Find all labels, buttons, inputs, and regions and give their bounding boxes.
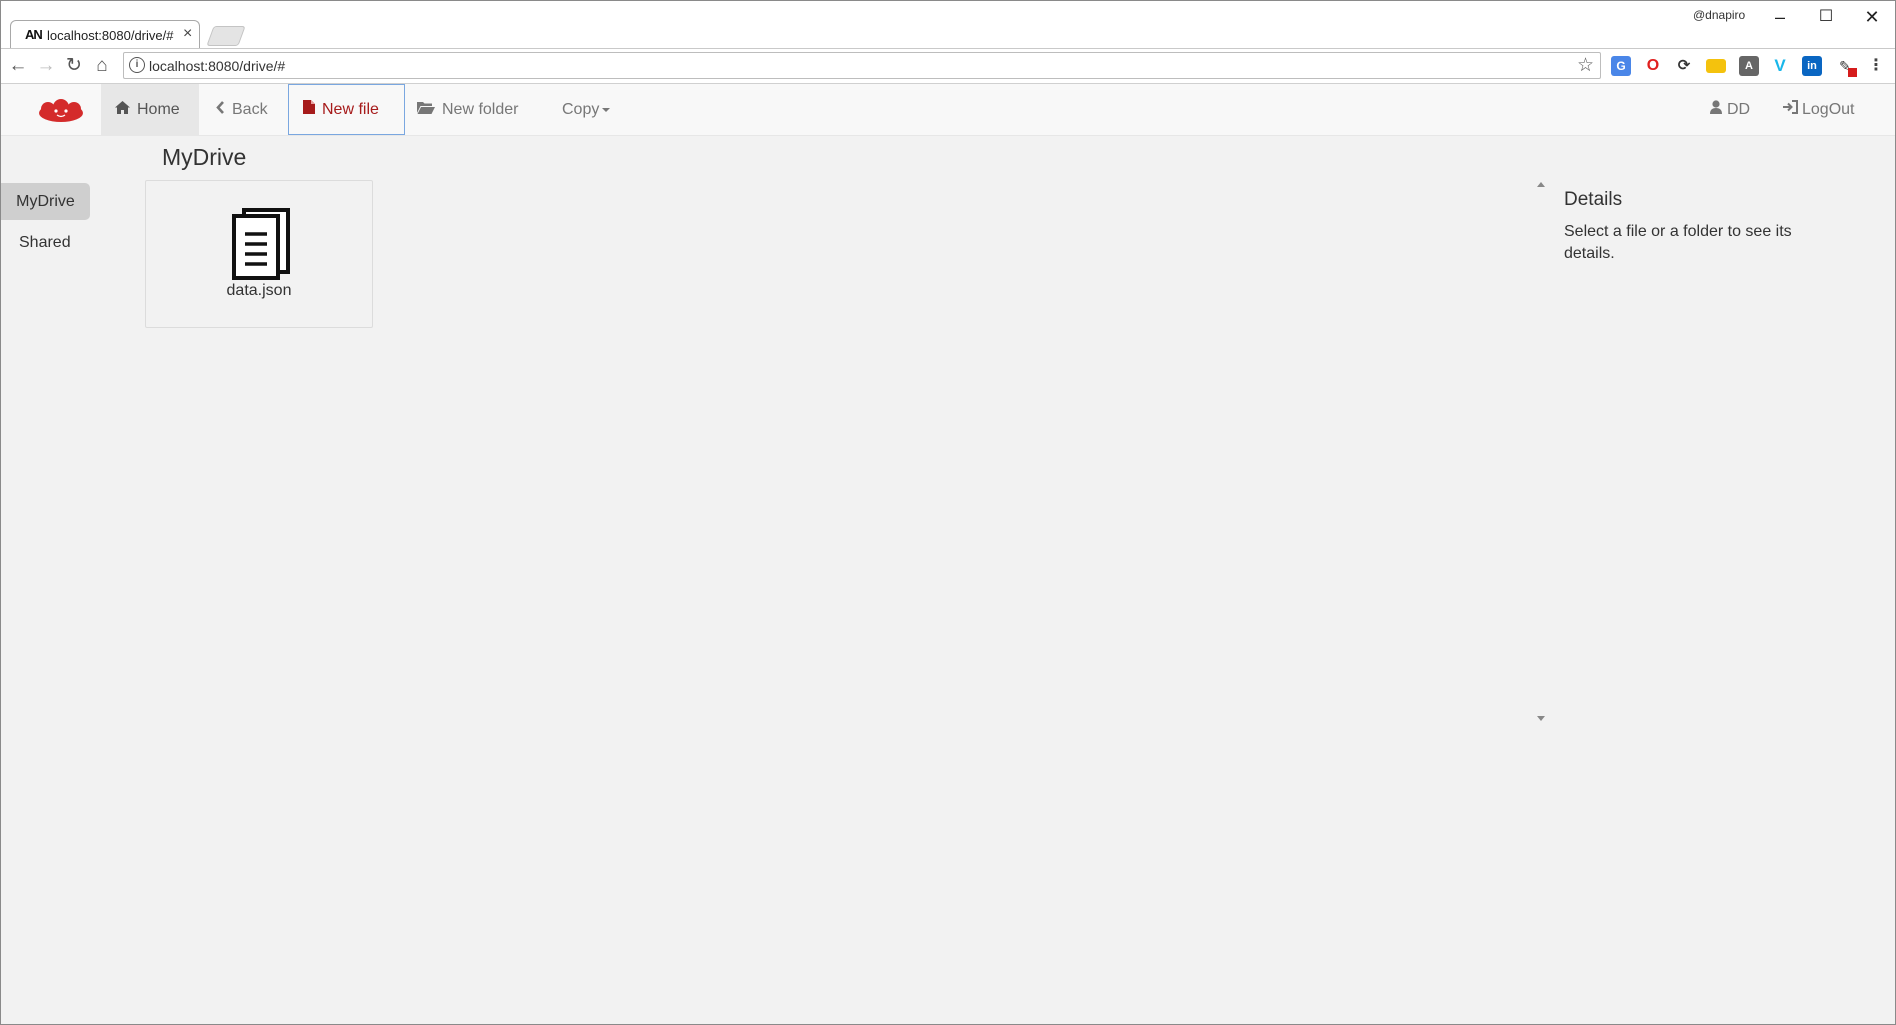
tab-close-icon[interactable]: × xyxy=(183,25,192,43)
copy-dropdown[interactable]: Copy xyxy=(562,84,611,135)
new-file-label: New file xyxy=(322,101,379,118)
file-name: data.json xyxy=(226,282,292,299)
user-icon xyxy=(1710,84,1722,135)
logout-button[interactable]: LogOut xyxy=(1783,84,1854,135)
copy-label: Copy xyxy=(562,101,600,118)
home-icon xyxy=(115,84,130,135)
file-item[interactable]: data.json xyxy=(145,180,373,328)
sidebar-item-shared[interactable]: Shared xyxy=(19,234,71,252)
browser-toolbar: ← → ↻ ⌂ i localhost:8080/drive/# ☆ G O ⟳… xyxy=(0,48,1896,84)
new-file-button[interactable]: New file xyxy=(288,84,405,135)
details-scrollbar[interactable] xyxy=(1531,182,1551,722)
address-url: localhost:8080/drive/# xyxy=(149,58,286,74)
logout-icon xyxy=(1783,84,1798,135)
details-text: Select a file or a folder to see its det… xyxy=(1564,223,1792,262)
angular-icon[interactable]: A xyxy=(1739,56,1759,76)
tab-favicon-icon: AN xyxy=(25,27,43,42)
linkedin-icon[interactable]: in xyxy=(1802,56,1822,76)
user-label: DD xyxy=(1727,101,1751,118)
scroll-up-icon[interactable] xyxy=(1537,182,1545,187)
home-icon[interactable]: ⌂ xyxy=(90,54,114,78)
forward-arrow-icon[interactable]: → xyxy=(34,54,58,78)
window-frame xyxy=(0,0,1896,1025)
translate-icon[interactable]: G xyxy=(1611,56,1631,76)
bookmark-star-icon[interactable]: ☆ xyxy=(1577,54,1594,77)
close-window-icon[interactable]: ✕ xyxy=(1849,2,1895,32)
user-menu[interactable]: DD xyxy=(1710,84,1750,135)
notes-icon[interactable] xyxy=(1706,59,1726,73)
scroll-down-icon[interactable] xyxy=(1537,716,1545,721)
back-label: Back xyxy=(232,101,268,118)
chevron-left-icon xyxy=(215,84,225,135)
sync-icon[interactable]: ⟳ xyxy=(1674,56,1694,76)
new-folder-button[interactable]: New folder xyxy=(417,84,518,135)
logout-label: LogOut xyxy=(1802,101,1855,118)
opera-icon[interactable]: O xyxy=(1643,56,1663,76)
home-label: Home xyxy=(137,101,180,118)
file-icon xyxy=(303,85,315,134)
back-arrow-icon[interactable]: ← xyxy=(6,54,30,78)
folder-open-icon xyxy=(417,84,435,135)
maximize-icon[interactable]: ☐ xyxy=(1803,2,1849,32)
back-nav-button[interactable]: Back xyxy=(213,84,268,135)
address-bar[interactable]: i localhost:8080/drive/# ☆ xyxy=(123,52,1601,79)
page-title: MyDrive xyxy=(162,144,247,170)
sidebar-item-mydrive[interactable]: MyDrive xyxy=(1,183,90,220)
brand-logo[interactable] xyxy=(36,99,86,123)
app-navbar: Home Back New file New folder Copy DD Lo… xyxy=(0,84,1896,136)
details-title: Details xyxy=(1564,189,1623,210)
reload-icon[interactable]: ↻ xyxy=(62,54,86,78)
profile-name[interactable]: @dnapiro xyxy=(1693,8,1745,22)
browser-tabstrip: AN localhost:8080/drive/# × @dnapiro – ☐… xyxy=(0,0,1896,48)
vimeo-icon[interactable]: V xyxy=(1770,56,1790,76)
new-folder-label: New folder xyxy=(442,101,519,118)
edit-icon[interactable]: ✎ xyxy=(1835,56,1857,77)
browser-tab[interactable]: AN localhost:8080/drive/# × xyxy=(10,20,200,48)
menu-icon[interactable]: ⋮ xyxy=(1866,56,1886,76)
caret-down-icon xyxy=(602,107,611,112)
info-icon[interactable]: i xyxy=(129,57,145,73)
document-icon xyxy=(230,208,290,280)
minimize-icon[interactable]: – xyxy=(1757,2,1803,32)
tab-title: localhost:8080/drive/# xyxy=(47,28,174,43)
new-tab-button[interactable] xyxy=(206,26,246,46)
home-nav-button[interactable]: Home xyxy=(101,84,199,135)
